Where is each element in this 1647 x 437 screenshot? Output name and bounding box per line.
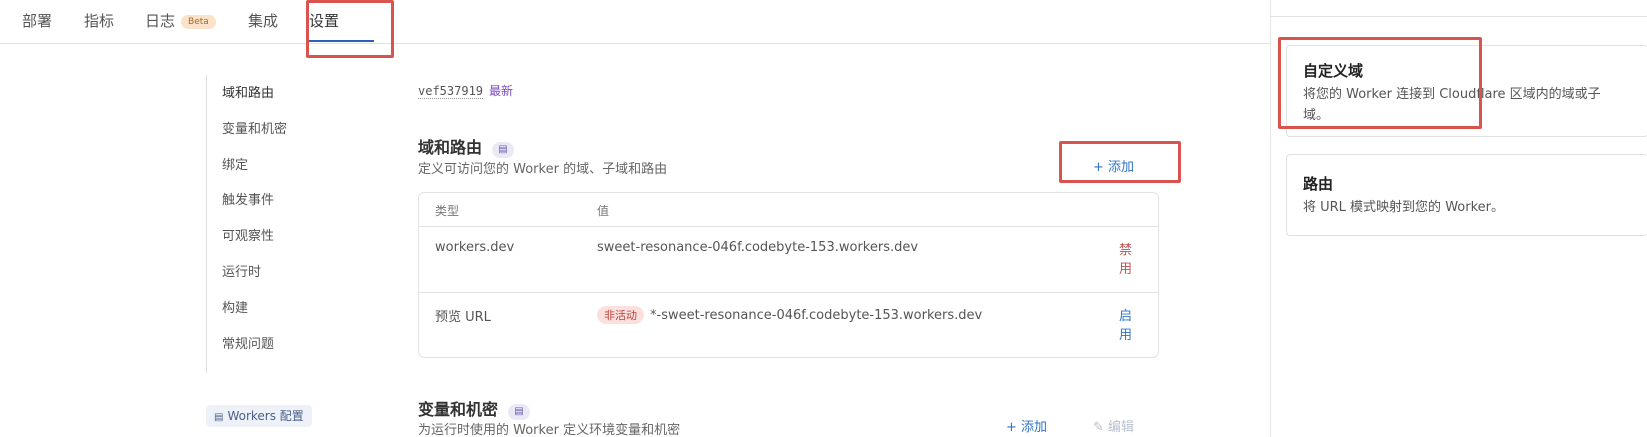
table-row: 预览 URL 非活动 *-sweet-resonance-046f.codebyt… — [419, 293, 1158, 359]
row-type: 预览 URL — [435, 310, 491, 325]
workers-config-link[interactable]: ▤ Workers 配置 — [206, 405, 312, 427]
column-header-type: 类型 — [435, 204, 460, 218]
edit-variables-button[interactable]: ✎ 编辑 — [1093, 416, 1134, 435]
tab-deploy[interactable]: 部署 — [22, 10, 52, 31]
status-badge: 非活动 — [597, 306, 644, 324]
workers-config-label: Workers 配置 — [227, 409, 304, 423]
docs-icon[interactable]: ▤ — [508, 404, 531, 420]
pencil-icon: ✎ — [1093, 420, 1104, 435]
version-info: vef537919 最新 — [418, 82, 513, 99]
row-value: *-sweet-resonance-046f.codebyte-153.work… — [650, 308, 983, 323]
beta-badge: Beta — [181, 15, 216, 29]
sidenav-item-variables[interactable]: 变量和机密 — [222, 118, 287, 137]
domains-section-description: 定义可访问您的 Worker 的域、子域和路由 — [418, 162, 668, 177]
edit-label: 编辑 — [1108, 420, 1135, 435]
table-header: 类型 值 — [419, 193, 1158, 227]
custom-domain-card[interactable]: 自定义域 将您的 Worker 连接到 Cloudflare 区域内的域或子域。 — [1286, 45, 1647, 137]
enable-button[interactable]: 启用 — [1119, 307, 1133, 345]
tab-logs[interactable]: 日志 Beta — [145, 10, 216, 31]
card-title: 自定义域 — [1303, 62, 1364, 80]
route-card[interactable]: 路由 将 URL 模式映射到您的 Worker。 — [1286, 154, 1647, 236]
sidenav-item-triggers[interactable]: 触发事件 — [222, 189, 274, 208]
settings-sidenav: 域和路由 变量和机密 绑定 触发事件 可观察性 运行时 构建 常规问题 — [206, 75, 326, 373]
tab-settings[interactable]: 设置 — [309, 10, 339, 31]
tab-bar: 部署 指标 日志 Beta 集成 设置 — [0, 0, 1270, 44]
panel-divider — [1271, 16, 1647, 17]
sidenav-item-general[interactable]: 常规问题 — [222, 333, 274, 352]
add-domain-button[interactable]: + 添加 — [1093, 156, 1134, 175]
add-variable-button[interactable]: + 添加 — [1006, 416, 1047, 435]
card-description: 将您的 Worker 连接到 Cloudflare 区域内的域或子域。 — [1303, 87, 1601, 123]
card-title: 路由 — [1303, 175, 1334, 193]
row-type: workers.dev — [435, 240, 515, 255]
domains-section-title: 域和路由 ▤ — [418, 134, 515, 158]
tab-integrations[interactable]: 集成 — [248, 10, 278, 31]
column-header-value: 值 — [597, 204, 610, 218]
book-icon: ▤ — [214, 412, 224, 423]
sidenav-item-bindings[interactable]: 绑定 — [222, 154, 248, 173]
active-tab-indicator — [306, 40, 374, 42]
version-latest-tag: 最新 — [489, 84, 514, 98]
page: 部署 指标 日志 Beta 集成 设置 域和路由 变量和机密 绑定 触发事件 可观… — [0, 0, 1647, 437]
domains-routes-table: 类型 值 workers.dev sweet-resonance-046f.co… — [418, 192, 1159, 358]
sidenav-item-observability[interactable]: 可观察性 — [222, 225, 274, 244]
vars-title-text: 变量和机密 — [418, 400, 499, 419]
vars-section-description: 为运行时使用的 Worker 定义环境变量和机密 — [418, 423, 681, 437]
tab-logs-label: 日志 — [145, 12, 176, 30]
domains-title-text: 域和路由 — [418, 138, 483, 157]
card-description: 将 URL 模式映射到您的 Worker。 — [1303, 200, 1504, 215]
docs-icon[interactable]: ▤ — [492, 142, 515, 158]
row-value-container: 非活动 *-sweet-resonance-046f.codebyte-153.w… — [597, 306, 982, 324]
add-route-panel: 自定义域 将您的 Worker 连接到 Cloudflare 区域内的域或子域。… — [1270, 0, 1647, 437]
table-row: workers.dev sweet-resonance-046f.codebyt… — [419, 227, 1158, 293]
sidenav-item-runtime[interactable]: 运行时 — [222, 261, 261, 280]
sidenav-item-build[interactable]: 构建 — [222, 297, 248, 316]
disable-button[interactable]: 禁用 — [1119, 241, 1133, 279]
version-id[interactable]: vef537919 — [418, 84, 484, 99]
row-value: sweet-resonance-046f.codebyte-153.worker… — [597, 240, 919, 255]
tab-metrics[interactable]: 指标 — [84, 10, 114, 31]
vars-section-title: 变量和机密 ▤ — [418, 396, 531, 420]
sidenav-item-domains[interactable]: 域和路由 — [222, 82, 274, 101]
